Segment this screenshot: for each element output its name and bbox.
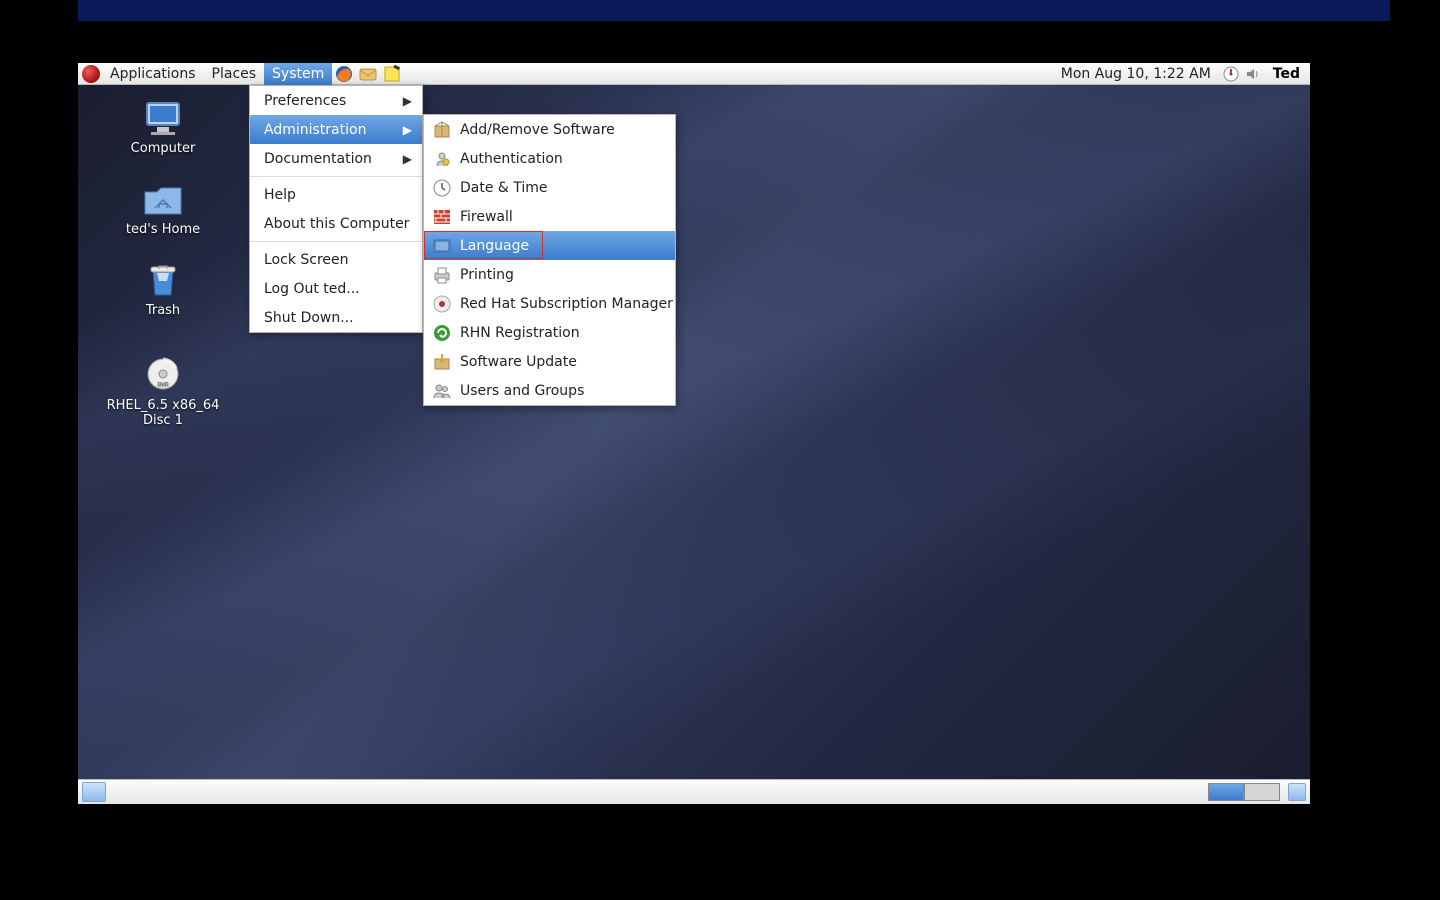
- computer-icon: [141, 99, 185, 137]
- clock[interactable]: Mon Aug 10, 1:22 AM: [1055, 66, 1217, 82]
- firefox-launcher-icon[interactable]: [334, 64, 354, 84]
- menu-item-label: Help: [264, 187, 296, 203]
- menu-item-label: Date & Time: [460, 180, 548, 196]
- trash-applet-icon[interactable]: [1288, 783, 1306, 801]
- top-panel: Applications Places System Mon Aug 10, 1…: [78, 63, 1310, 85]
- menu-item-label: Authentication: [460, 151, 563, 167]
- desktop-icon-dvd[interactable]: DVD RHEL_6.5 x86_64 Disc 1: [98, 356, 228, 428]
- firewall-icon: [432, 207, 452, 227]
- menu-item-label: Users and Groups: [460, 383, 584, 399]
- menu-item-label: Documentation: [264, 151, 372, 167]
- menu-item-label: About this Computer: [264, 216, 409, 232]
- submenu-arrow-icon: ▶: [383, 152, 412, 166]
- mail-launcher-icon[interactable]: [358, 64, 378, 84]
- menu-item-firewall[interactable]: Firewall: [424, 202, 675, 231]
- menu-applications[interactable]: Applications: [102, 63, 204, 85]
- menu-item-label: Software Update: [460, 354, 577, 370]
- menu-item-printing[interactable]: Printing: [424, 260, 675, 289]
- menu-separator: [250, 176, 422, 177]
- workspace-switcher[interactable]: [1208, 783, 1280, 801]
- menu-separator: [250, 241, 422, 242]
- package-icon: [432, 120, 452, 140]
- menu-item-label: Shut Down...: [264, 310, 354, 326]
- desktop-icon-computer[interactable]: Computer: [98, 99, 228, 156]
- user-menu[interactable]: Ted: [1267, 66, 1306, 82]
- menu-item-authentication[interactable]: Authentication: [424, 144, 675, 173]
- menu-system[interactable]: System: [264, 63, 332, 85]
- menu-item-rhsm[interactable]: Red Hat Subscription Manager: [424, 289, 675, 318]
- menu-item-date-time[interactable]: Date & Time: [424, 173, 675, 202]
- workspace-2[interactable]: [1244, 783, 1280, 801]
- update-icon: [432, 352, 452, 372]
- notes-launcher-icon[interactable]: [382, 64, 402, 84]
- trash-icon: [141, 261, 185, 299]
- clock-icon: [432, 178, 452, 198]
- menu-item-add-remove-software[interactable]: Add/Remove Software: [424, 115, 675, 144]
- menu-label: Places: [212, 66, 257, 82]
- menu-item-label: Log Out ted...: [264, 281, 360, 297]
- menu-item-help[interactable]: Help: [250, 180, 422, 209]
- menu-item-logout[interactable]: Log Out ted...: [250, 274, 422, 303]
- svg-text:DVD: DVD: [157, 382, 168, 388]
- icon-label: RHEL_6.5 x86_64 Disc 1: [98, 398, 228, 428]
- menu-item-label: Printing: [460, 267, 514, 283]
- menu-item-label: Red Hat Subscription Manager: [460, 296, 673, 312]
- distro-logo-icon: [82, 65, 100, 83]
- menu-item-language[interactable]: Language: [424, 231, 675, 260]
- desktop-icons: Computer ted's Home Trash DVD RHEL_6.5 x…: [98, 99, 228, 428]
- menu-label: System: [272, 66, 324, 82]
- icon-label: ted's Home: [126, 222, 200, 237]
- menu-item-shutdown[interactable]: Shut Down...: [250, 303, 422, 332]
- menu-places[interactable]: Places: [204, 63, 265, 85]
- desktop[interactable]: Applications Places System Mon Aug 10, 1…: [78, 63, 1310, 804]
- menu-item-label: RHN Registration: [460, 325, 580, 341]
- submenu-arrow-icon: ▶: [383, 94, 412, 108]
- auth-icon: [432, 149, 452, 169]
- cpu-monitor-icon[interactable]: [1223, 66, 1239, 82]
- menu-item-label: Preferences: [264, 93, 346, 109]
- volume-icon[interactable]: [1245, 66, 1261, 82]
- menu-item-label: Lock Screen: [264, 252, 349, 268]
- menu-item-label: Language: [460, 238, 529, 254]
- menu-item-lock-screen[interactable]: Lock Screen: [250, 245, 422, 274]
- menu-item-preferences[interactable]: Preferences ▶: [250, 86, 422, 115]
- printer-icon: [432, 265, 452, 285]
- show-desktop-button[interactable]: [82, 782, 106, 802]
- desktop-icon-trash[interactable]: Trash: [98, 261, 228, 318]
- bottom-panel: [78, 779, 1310, 804]
- administration-submenu: Add/Remove Software Authentication Date …: [423, 114, 676, 406]
- home-folder-icon: [141, 180, 185, 218]
- menu-item-documentation[interactable]: Documentation ▶: [250, 144, 422, 173]
- rhn-icon: [432, 323, 452, 343]
- menu-item-software-update[interactable]: Software Update: [424, 347, 675, 376]
- menu-item-rhn[interactable]: RHN Registration: [424, 318, 675, 347]
- menu-item-label: Add/Remove Software: [460, 122, 615, 138]
- workspace-1[interactable]: [1208, 783, 1244, 801]
- icon-label: Computer: [131, 141, 196, 156]
- rhsm-icon: [432, 294, 452, 314]
- menu-item-users-groups[interactable]: Users and Groups: [424, 376, 675, 405]
- users-icon: [432, 381, 452, 401]
- menu-item-administration[interactable]: Administration ▶: [250, 115, 422, 144]
- icon-label: Trash: [146, 303, 180, 318]
- desktop-icon-home[interactable]: ted's Home: [98, 180, 228, 237]
- menu-item-about[interactable]: About this Computer: [250, 209, 422, 238]
- system-menu-dropdown: Preferences ▶ Administration ▶ Documenta…: [249, 85, 423, 333]
- menu-item-label: Administration: [264, 122, 366, 138]
- page-banner: [78, 0, 1390, 21]
- language-icon: [432, 236, 452, 256]
- submenu-arrow-icon: ▶: [383, 123, 412, 137]
- menu-label: Applications: [110, 66, 196, 82]
- dvd-icon: DVD: [141, 356, 185, 394]
- menu-item-label: Firewall: [460, 209, 513, 225]
